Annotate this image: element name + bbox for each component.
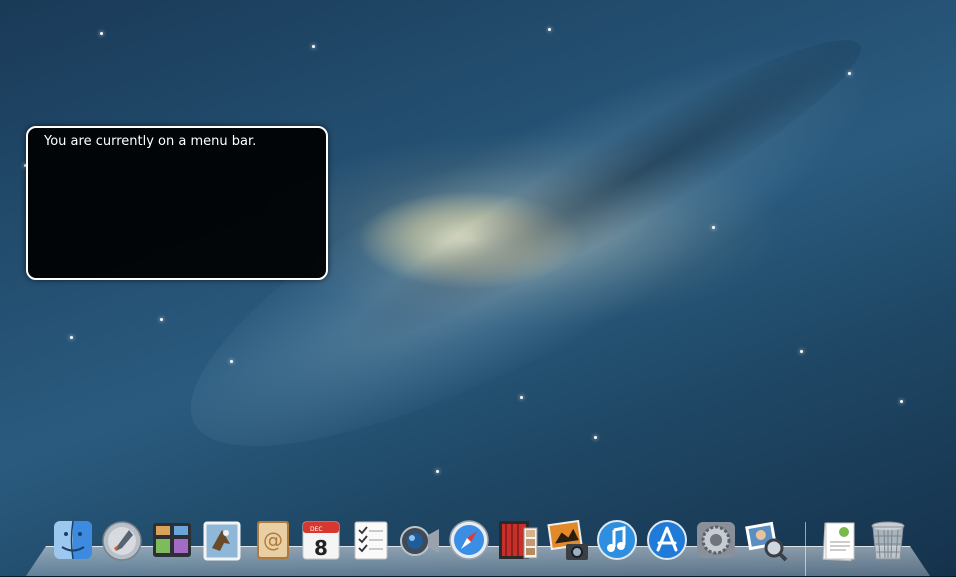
star — [712, 226, 715, 229]
calendar-day-label: 8 — [314, 536, 328, 560]
star — [520, 396, 523, 399]
contacts-icon[interactable]: @ — [250, 518, 294, 562]
photo-booth-icon[interactable] — [496, 518, 540, 562]
star — [900, 400, 903, 403]
star — [800, 350, 803, 353]
facetime-icon[interactable] — [397, 518, 441, 562]
star — [100, 32, 103, 35]
calendar-icon[interactable]: DEC 8 — [299, 518, 343, 562]
calendar-month-label: DEC — [310, 526, 323, 533]
star — [548, 28, 551, 31]
star — [160, 318, 163, 321]
star — [594, 436, 597, 439]
desktop-wallpaper — [0, 0, 956, 576]
star — [230, 360, 233, 363]
dock-separator — [805, 522, 806, 576]
safari-icon[interactable] — [447, 518, 491, 562]
svg-text:@: @ — [263, 528, 283, 552]
iphoto-icon[interactable] — [546, 518, 590, 562]
galaxy-dust-lane — [317, 6, 883, 384]
app-store-icon[interactable] — [645, 518, 689, 562]
mail-icon[interactable] — [200, 518, 244, 562]
finder-icon[interactable] — [51, 518, 95, 562]
star — [312, 45, 315, 48]
launchpad-icon[interactable] — [100, 518, 144, 562]
preview-icon[interactable] — [744, 518, 788, 562]
system-preferences-icon[interactable] — [694, 518, 738, 562]
star — [848, 72, 851, 75]
mission-control-icon[interactable] — [150, 518, 194, 562]
itunes-icon[interactable] — [595, 518, 639, 562]
voiceover-caption-text: You are currently on a menu bar. — [44, 134, 257, 149]
star — [436, 470, 439, 473]
star — [70, 336, 73, 339]
reminders-icon[interactable] — [349, 518, 393, 562]
documents-stack-icon[interactable] — [818, 518, 862, 562]
voiceover-caption-panel: You are currently on a menu bar. — [26, 126, 328, 280]
trash-icon[interactable] — [866, 518, 910, 562]
